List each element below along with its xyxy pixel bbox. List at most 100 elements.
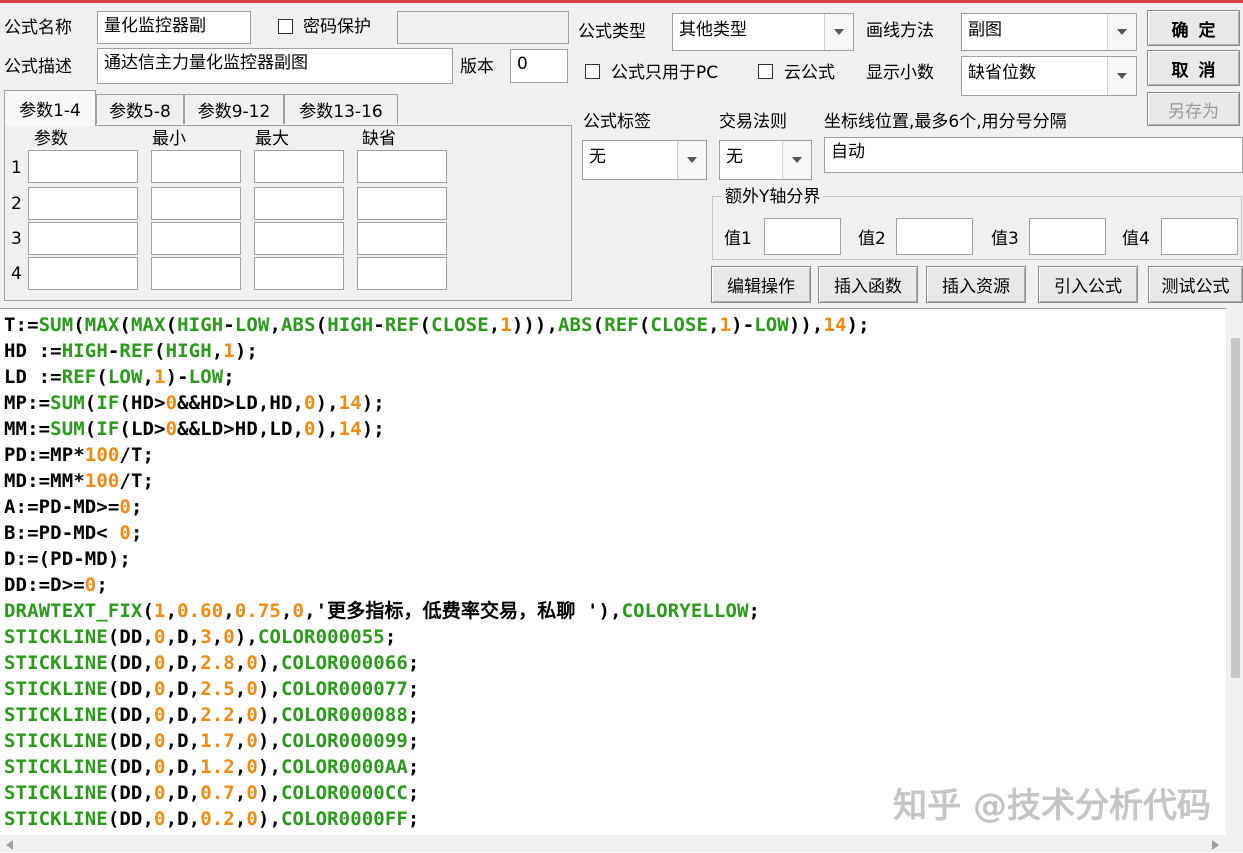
tab-params-5-8[interactable]: 参数5-8 [96, 94, 184, 124]
cloud-formula-label: 云公式 [784, 63, 835, 83]
param-4-default-input[interactable] [357, 257, 447, 290]
trade-rule-select[interactable]: 无 [719, 140, 812, 180]
code-line[interactable]: HD :=HIGH-REF(HIGH,1); [4, 338, 870, 364]
axis-lines-input[interactable]: 自动 [824, 137, 1243, 173]
param-3-name-input[interactable] [28, 222, 138, 255]
param-2-min-input[interactable] [151, 187, 241, 220]
ok-button[interactable]: 确定 [1147, 10, 1240, 46]
param-4-max-input[interactable] [254, 257, 344, 290]
draw-method-select[interactable]: 副图 [961, 13, 1137, 51]
axis-lines-label: 坐标线位置,最多6个,用分号分隔 [824, 112, 1067, 132]
code-token: ( [96, 366, 108, 388]
save-as-button[interactable]: 另存为 [1147, 92, 1240, 126]
param-header-name: 参数 [34, 129, 68, 149]
code-token: )- [731, 314, 755, 336]
code-token: SUM [50, 392, 85, 414]
code-token: ; [407, 808, 420, 830]
y-value-4-label: 值4 [1122, 229, 1150, 249]
code-token: (DD, [107, 704, 155, 726]
code-line[interactable]: STICKLINE(DD,0,D,2.2,0),COLOR000088; [4, 702, 870, 728]
y-value-3-input[interactable] [1029, 218, 1106, 255]
scroll-left-icon[interactable] [6, 840, 13, 850]
param-1-max-input[interactable] [254, 150, 344, 183]
cancel-button[interactable]: 取消 [1147, 50, 1240, 86]
horizontal-scrollbar[interactable] [0, 835, 1243, 852]
formula-name-input[interactable]: 量化监控器副 [97, 11, 251, 44]
code-line[interactable]: D:=(PD-MD); [4, 546, 870, 572]
code-token: 2.2 [200, 704, 235, 726]
pc-only-checkbox[interactable] [585, 64, 600, 79]
param-3-default-input[interactable] [357, 222, 447, 255]
pc-only-label: 公式只用于PC [611, 63, 719, 83]
title-bar-edge [0, 0, 1243, 3]
code-line[interactable]: MD:=MM*100/T; [4, 468, 870, 494]
scroll-right-icon[interactable] [1212, 840, 1219, 850]
code-line[interactable]: STICKLINE(DD,0,D,3,0),COLOR000055; [4, 624, 870, 650]
param-1-default-input[interactable] [357, 150, 447, 183]
insert-function-button[interactable]: 插入函数 [818, 266, 918, 303]
version-input[interactable]: 0 [510, 49, 568, 83]
code-line[interactable]: STICKLINE(DD,0,D,2.5,0),COLOR000077; [4, 676, 870, 702]
param-3-max-input[interactable] [254, 222, 344, 255]
chevron-down-icon [677, 141, 706, 179]
param-4-name-input[interactable] [28, 257, 138, 290]
code-token: 1.2 [200, 756, 235, 778]
code-token: 0 [246, 678, 258, 700]
code-line[interactable]: MM:=SUM(IF(LD>0&&LD>HD,LD,0),14); [4, 416, 870, 442]
code-editor[interactable]: T:=SUM(MAX(MAX(HIGH-LOW,ABS(HIGH-REF(CLO… [0, 308, 1243, 853]
code-token: ( [142, 600, 155, 622]
code-line[interactable]: A:=PD-MD>=0; [4, 494, 870, 520]
code-token: ; [407, 730, 420, 752]
password-input[interactable] [397, 11, 569, 44]
import-formula-button[interactable]: 引入公式 [1038, 266, 1138, 303]
code-line[interactable]: STICKLINE(DD,0,D,2.8,0),COLOR000066; [4, 650, 870, 676]
code-line[interactable]: MP:=SUM(IF(HD>0&&HD>LD,HD,0),14); [4, 390, 870, 416]
code-token: , [211, 340, 224, 362]
edit-ops-button[interactable]: 编辑操作 [711, 266, 811, 303]
code-token: HIGH [165, 340, 212, 362]
tab-params-1-4[interactable]: 参数1-4 [4, 90, 96, 126]
code-text[interactable]: T:=SUM(MAX(MAX(HIGH-LOW,ABS(HIGH-REF(CLO… [4, 312, 870, 832]
code-token: (LD> [119, 418, 166, 440]
formula-tag-select[interactable]: 无 [582, 140, 707, 180]
tab-params-9-12[interactable]: 参数9-12 [184, 94, 284, 124]
code-line[interactable]: STICKLINE(DD,0,D,0.7,0),COLOR0000CC; [4, 780, 870, 806]
code-line[interactable]: DRAWTEXT_FIX(1,0.60,0.75,0,'更多指标，低费率交易，私… [4, 598, 870, 624]
code-token: HD := [4, 340, 62, 362]
test-formula-button[interactable]: 测试公式 [1148, 266, 1243, 303]
param-header-default: 缺省 [362, 129, 396, 149]
tab-params-13-16[interactable]: 参数13-16 [284, 94, 398, 124]
code-token: ), [234, 626, 258, 648]
code-token: 0 [165, 418, 178, 440]
param-2-name-input[interactable] [28, 187, 138, 220]
code-line[interactable]: T:=SUM(MAX(MAX(HIGH-LOW,ABS(HIGH-REF(CLO… [4, 312, 870, 338]
param-4-min-input[interactable] [151, 257, 241, 290]
code-line[interactable]: PD:=MP*100/T; [4, 442, 870, 468]
password-protect-checkbox[interactable] [278, 19, 293, 34]
code-token: PD:=MP* [4, 444, 85, 466]
y-value-4-input[interactable] [1161, 218, 1238, 255]
y-value-2-input[interactable] [896, 218, 973, 255]
param-2-max-input[interactable] [254, 187, 344, 220]
code-token: HIGH [177, 314, 224, 336]
code-token: 100 [84, 470, 120, 492]
code-token: MP:= [4, 392, 51, 414]
code-line[interactable]: DD:=D>=0; [4, 572, 870, 598]
code-line[interactable]: STICKLINE(DD,0,D,0.2,0),COLOR0000FF; [4, 806, 870, 832]
param-3-min-input[interactable] [151, 222, 241, 255]
code-line[interactable]: STICKLINE(DD,0,D,1.2,0),COLOR0000AA; [4, 754, 870, 780]
param-2-default-input[interactable] [357, 187, 447, 220]
param-1-name-input[interactable] [28, 150, 138, 183]
code-line[interactable]: LD :=REF(LOW,1)-LOW; [4, 364, 870, 390]
param-1-min-input[interactable] [151, 150, 241, 183]
code-line[interactable]: B:=PD-MD< 0; [4, 520, 870, 546]
code-line[interactable]: STICKLINE(DD,0,D,1.7,0),COLOR000099; [4, 728, 870, 754]
y-value-1-input[interactable] [764, 218, 841, 255]
code-token: REF [61, 366, 97, 388]
decimals-select[interactable]: 缺省位数 [961, 56, 1137, 96]
formula-desc-input[interactable]: 通达信主力量化监控器副图 [97, 48, 453, 84]
formula-type-select[interactable]: 其他类型 [672, 13, 854, 51]
vertical-scrollbar-thumb[interactable] [1231, 338, 1240, 678]
insert-resource-button[interactable]: 插入资源 [926, 266, 1026, 303]
cloud-formula-checkbox[interactable] [758, 64, 773, 79]
